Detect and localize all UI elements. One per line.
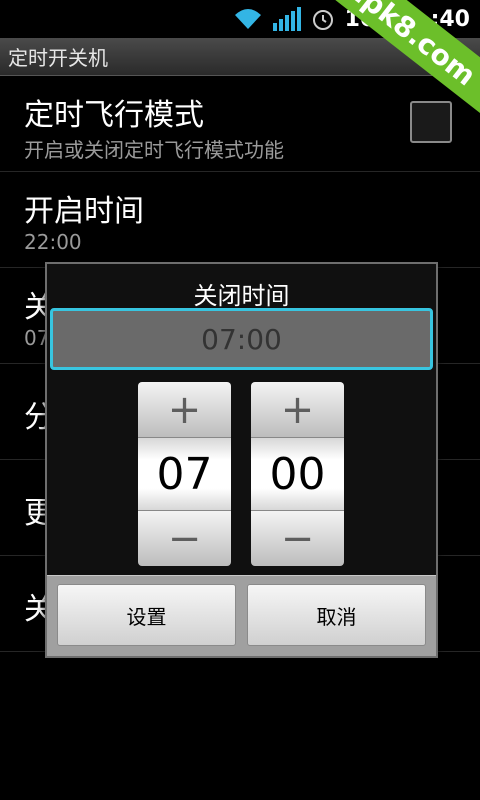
minute-decrement-button[interactable]: − xyxy=(251,510,344,566)
alarm-icon xyxy=(312,10,333,30)
set-button[interactable]: 设置 xyxy=(57,584,236,646)
hour-value[interactable]: 07 xyxy=(138,438,231,510)
pref-on-time[interactable]: 开启时间 22:00 xyxy=(0,172,480,268)
pref-title: 开启时间 xyxy=(24,194,144,229)
time-picker-dialog: 关闭时间 07:00 + 07 − + 00 − 设置 取消 xyxy=(45,262,438,658)
wifi-icon xyxy=(234,9,261,29)
hour-picker: + 07 − xyxy=(138,382,231,566)
minute-value[interactable]: 00 xyxy=(251,438,344,510)
pref-summary: 开启或关闭定时飞行模式功能 xyxy=(24,138,284,162)
hour-increment-button[interactable]: + xyxy=(138,382,231,438)
minute-picker: + 00 − xyxy=(251,382,344,566)
minute-increment-button[interactable]: + xyxy=(251,382,344,438)
flight-mode-checkbox[interactable] xyxy=(410,101,452,143)
hour-decrement-button[interactable]: − xyxy=(138,510,231,566)
dialog-title: 关闭时间 xyxy=(193,282,290,310)
dialog-button-bar: 设置 取消 xyxy=(47,575,436,656)
cancel-button[interactable]: 取消 xyxy=(247,584,426,646)
pref-flight-mode[interactable]: 定时飞行模式 开启或关闭定时飞行模式功能 xyxy=(0,76,480,172)
app-title: 定时开关机 xyxy=(8,46,108,70)
time-display-field[interactable]: 07:00 xyxy=(50,308,433,370)
signal-icon xyxy=(272,7,301,31)
pref-title: 定时飞行模式 xyxy=(24,98,204,133)
screen: 100 :40 定时开关机 定时飞行模式 开启或关闭定时飞行模式功能 开启时间 … xyxy=(0,0,480,800)
pref-summary: 22:00 xyxy=(24,230,82,254)
